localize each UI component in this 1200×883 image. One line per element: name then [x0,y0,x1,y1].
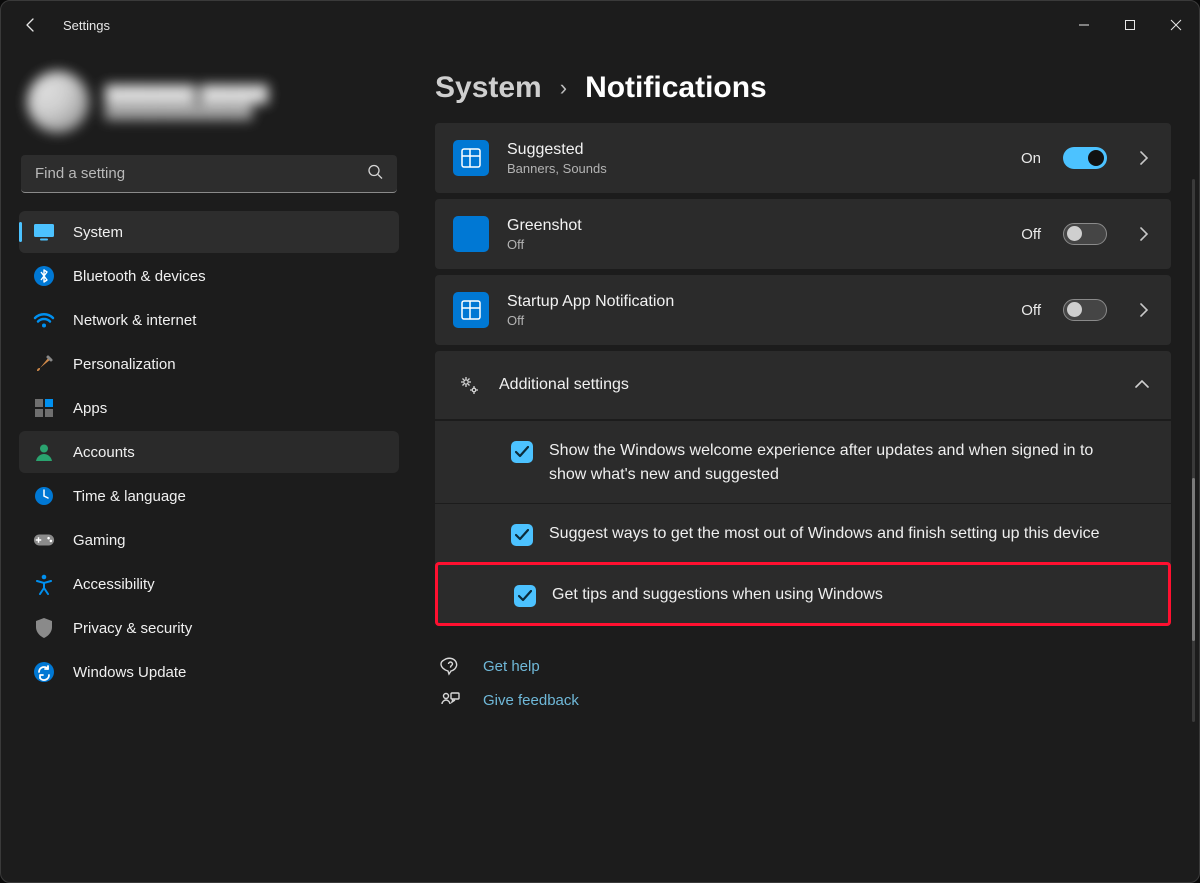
sidebar-item-network[interactable]: Network & internet [19,299,399,341]
search-input[interactable] [21,155,397,193]
setting-checkbox-row[interactable]: Show the Windows welcome experience afte… [435,420,1171,503]
chevron-right-icon [1135,303,1153,317]
sidebar-item-label: Time & language [73,488,186,505]
app-tile-icon [453,140,489,176]
toggle-switch[interactable] [1063,299,1107,321]
maximize-button[interactable] [1107,9,1153,41]
feedback-link-text[interactable]: Give feedback [483,692,579,709]
accessibility-icon [33,573,55,595]
toggle-switch[interactable] [1063,147,1107,169]
search-box [21,155,397,193]
sidebar-item-time[interactable]: Time & language [19,475,399,517]
checkbox-icon[interactable] [511,524,533,546]
close-button[interactable] [1153,9,1199,41]
notif-app-row[interactable]: Greenshot Off Off [435,199,1171,269]
feedback-icon [439,690,461,710]
toggle-state: Off [1021,302,1041,319]
window-controls [1061,9,1199,41]
sidebar-item-label: Gaming [73,532,126,549]
app-name: Startup App Notification [507,293,674,311]
sidebar-item-gaming[interactable]: Gaming [19,519,399,561]
help-links: Get help Give feedback [435,656,1171,710]
toggle-state: Off [1021,226,1041,243]
setting-checkbox-row[interactable]: Suggest ways to get the most out of Wind… [435,503,1171,562]
sidebar-item-label: Windows Update [73,664,186,681]
help-link-text[interactable]: Get help [483,658,540,675]
checkbox-icon[interactable] [511,441,533,463]
back-button[interactable] [11,5,51,45]
avatar [27,71,89,133]
sidebar: ████████ ██████ ████████████████ System [1,49,417,882]
sidebar-item-bluetooth[interactable]: Bluetooth & devices [19,255,399,297]
app-detail: Off [507,237,582,252]
titlebar: Settings [1,1,1199,49]
sidebar-item-personalization[interactable]: Personalization [19,343,399,385]
checkbox-icon[interactable] [514,585,536,607]
nav: System Bluetooth & devices Network & int… [19,211,399,693]
user-name: ████████ ██████ [105,86,268,104]
sidebar-item-accounts[interactable]: Accounts [19,431,399,473]
sidebar-item-label: Privacy & security [73,620,192,637]
app-detail: Off [507,313,674,328]
chevron-right-icon [1135,227,1153,241]
get-help-link[interactable]: Get help [435,656,1171,676]
update-icon [33,661,55,683]
sidebar-item-label: Accounts [73,444,135,461]
shield-icon [33,617,55,639]
setting-label: Show the Windows welcome experience afte… [549,439,1109,487]
page-title: Notifications [585,71,767,105]
monitor-icon [33,221,55,243]
sidebar-item-accessibility[interactable]: Accessibility [19,563,399,605]
person-icon [33,441,55,463]
bluetooth-icon [33,265,55,287]
chevron-right-icon: › [560,75,567,101]
sidebar-item-label: Accessibility [73,576,155,593]
additional-settings-section: Additional settings Show the Windows wel… [435,351,1171,626]
gears-icon [457,373,481,397]
toggle-state: On [1021,150,1041,167]
sidebar-item-update[interactable]: Windows Update [19,651,399,693]
app-tile-icon [453,216,489,252]
sidebar-item-label: Bluetooth & devices [73,268,206,285]
sidebar-item-label: Apps [73,400,107,417]
setting-label: Suggest ways to get the most out of Wind… [549,522,1100,546]
sidebar-item-privacy[interactable]: Privacy & security [19,607,399,649]
notif-app-row[interactable]: Suggested Banners, Sounds On [435,123,1171,193]
breadcrumb: System › Notifications [435,71,1171,105]
sidebar-item-system[interactable]: System [19,211,399,253]
sidebar-item-label: System [73,224,123,241]
user-account[interactable]: ████████ ██████ ████████████████ [19,61,399,151]
app-name: Suggested [507,141,607,159]
paintbrush-icon [33,353,55,375]
setting-label: Get tips and suggestions when using Wind… [552,583,883,607]
app-name: Greenshot [507,217,582,235]
additional-settings-header[interactable]: Additional settings [435,351,1171,420]
user-email: ████████████████ [105,104,268,119]
minimize-button[interactable] [1061,9,1107,41]
sidebar-item-label: Network & internet [73,312,196,329]
breadcrumb-parent[interactable]: System [435,71,542,105]
settings-window: Settings ████████ ██████ ███████████████… [0,0,1200,883]
wifi-icon [33,309,55,331]
notif-app-row[interactable]: Startup App Notification Off Off [435,275,1171,345]
main-content: System › Notifications Suggested Banners… [417,49,1199,882]
apps-icon [33,397,55,419]
sidebar-item-apps[interactable]: Apps [19,387,399,429]
toggle-switch[interactable] [1063,223,1107,245]
chevron-up-icon [1135,376,1149,394]
give-feedback-link[interactable]: Give feedback [435,690,1171,710]
search-icon [367,164,383,185]
help-icon [439,656,461,676]
window-title: Settings [51,18,110,33]
gamepad-icon [33,529,55,551]
setting-checkbox-row-highlighted[interactable]: Get tips and suggestions when using Wind… [435,562,1171,626]
section-title: Additional settings [499,376,1117,394]
app-detail: Banners, Sounds [507,161,607,176]
scrollbar-thumb[interactable] [1192,478,1195,641]
clock-globe-icon [33,485,55,507]
app-tile-icon [453,292,489,328]
chevron-right-icon [1135,151,1153,165]
scrollbar[interactable] [1192,179,1195,722]
sidebar-item-label: Personalization [73,356,176,373]
